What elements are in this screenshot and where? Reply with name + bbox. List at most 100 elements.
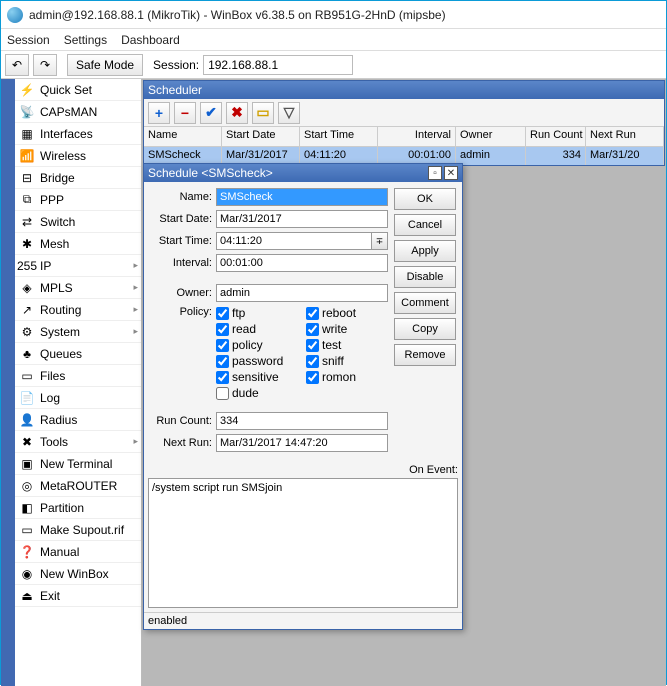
sidebar-icon: ✖ [19, 434, 35, 450]
apply-button[interactable]: Apply [394, 240, 456, 262]
enable-button[interactable]: ✔ [200, 102, 222, 124]
sidebar-icon: ◎ [19, 478, 35, 494]
copy-button[interactable]: Copy [394, 318, 456, 340]
comment-button[interactable]: ▭ [252, 102, 274, 124]
interval-input[interactable]: 00:01:00 [216, 254, 388, 272]
start-time-input[interactable]: 04:11:20 [216, 232, 372, 250]
dialog-status: enabled [144, 612, 462, 629]
policy-romon-checkbox[interactable]: romon [306, 370, 388, 384]
sidebar-item-interfaces[interactable]: ▦Interfaces [15, 123, 141, 145]
sidebar-item-radius[interactable]: 👤Radius [15, 409, 141, 431]
vertical-accent-bar [1, 79, 15, 686]
policy-policy-checkbox[interactable]: policy [216, 338, 298, 352]
disable-button[interactable]: ✖ [226, 102, 248, 124]
sidebar-item-manual[interactable]: ❓Manual [15, 541, 141, 563]
on-event-label: On Event: [144, 462, 462, 478]
sidebar-item-new-winbox[interactable]: ◉New WinBox [15, 563, 141, 585]
sidebar-item-system[interactable]: ⚙System▸ [15, 321, 141, 343]
sidebar-icon: ⚡ [19, 82, 35, 98]
schedule-dialog: Schedule <SMScheck> ▫ ✕ Name:SMScheck St… [143, 163, 463, 630]
sidebar-item-ip[interactable]: 255IP▸ [15, 255, 141, 277]
sidebar-item-exit[interactable]: ⏏Exit [15, 585, 141, 607]
sidebar-item-label: PPP [40, 193, 64, 207]
menu-dashboard[interactable]: Dashboard [121, 33, 180, 47]
sidebar-icon: ◉ [19, 566, 35, 582]
owner-input[interactable]: admin [216, 284, 388, 302]
dialog-title: Schedule <SMScheck> [148, 166, 273, 180]
col-interval[interactable]: Interval [378, 127, 456, 146]
policy-sensitive-checkbox[interactable]: sensitive [216, 370, 298, 384]
col-next-run[interactable]: Next Run [586, 127, 664, 146]
chevron-right-icon: ▸ [133, 304, 138, 315]
sidebar-icon: ♣ [19, 346, 35, 362]
col-name[interactable]: Name [144, 127, 222, 146]
grid-header: Name Start Date Start Time Interval Owne… [144, 127, 664, 147]
sidebar-item-label: Tools [40, 435, 68, 449]
sidebar-item-make-supout-rif[interactable]: ▭Make Supout.rif [15, 519, 141, 541]
policy-password-checkbox[interactable]: password [216, 354, 298, 368]
undo-button[interactable]: ↶ [5, 54, 29, 76]
start-date-input[interactable]: Mar/31/2017 [216, 210, 388, 228]
ok-button[interactable]: OK [394, 188, 456, 210]
sidebar-item-quick-set[interactable]: ⚡ Quick Set [15, 79, 141, 101]
sidebar-item-label: Switch [40, 215, 75, 229]
sidebar-item-label: Quick Set [40, 83, 92, 97]
sidebar-item-ppp[interactable]: ⧉PPP [15, 189, 141, 211]
policy-read-checkbox[interactable]: read [216, 322, 298, 336]
sidebar-icon: 255 [19, 258, 35, 274]
remove-button[interactable]: − [174, 102, 196, 124]
col-owner[interactable]: Owner [456, 127, 526, 146]
disable-button[interactable]: Disable [394, 266, 456, 288]
sidebar-item-tools[interactable]: ✖Tools▸ [15, 431, 141, 453]
sidebar-item-bridge[interactable]: ⊟Bridge [15, 167, 141, 189]
sidebar-item-label: Wireless [40, 149, 86, 163]
sidebar-item-label: Radius [40, 413, 77, 427]
policy-reboot-checkbox[interactable]: reboot [306, 306, 388, 320]
redo-button[interactable]: ↷ [33, 54, 57, 76]
sidebar-icon: ▣ [19, 456, 35, 472]
sidebar-icon: 📡 [19, 104, 35, 120]
sidebar-item-mpls[interactable]: ◈MPLS▸ [15, 277, 141, 299]
policy-sniff-checkbox[interactable]: sniff [306, 354, 388, 368]
policy-test-checkbox[interactable]: test [306, 338, 388, 352]
session-label: Session: [153, 58, 199, 72]
menu-session[interactable]: Session [7, 33, 50, 47]
sidebar-icon: ⇄ [19, 214, 35, 230]
sidebar-item-label: New Terminal [40, 457, 112, 471]
sidebar-item-queues[interactable]: ♣Queues [15, 343, 141, 365]
sidebar-item-mesh[interactable]: ✱Mesh [15, 233, 141, 255]
col-start-date[interactable]: Start Date [222, 127, 300, 146]
start-time-dropdown-icon[interactable]: ∓ [372, 232, 388, 250]
sidebar-icon: 📄 [19, 390, 35, 406]
filter-button[interactable]: ▽ [278, 102, 300, 124]
sidebar-item-partition[interactable]: ◧Partition [15, 497, 141, 519]
sidebar-item-wireless[interactable]: 📶Wireless [15, 145, 141, 167]
sidebar-item-capsman[interactable]: 📡 CAPsMAN [15, 101, 141, 123]
sidebar-item-files[interactable]: ▭Files [15, 365, 141, 387]
add-button[interactable]: + [148, 102, 170, 124]
sidebar-item-metarouter[interactable]: ◎MetaROUTER [15, 475, 141, 497]
sidebar-item-switch[interactable]: ⇄ Switch [15, 211, 141, 233]
col-start-time[interactable]: Start Time [300, 127, 378, 146]
chevron-right-icon: ▸ [133, 282, 138, 293]
sidebar-item-log[interactable]: 📄Log [15, 387, 141, 409]
sidebar-item-label: CAPsMAN [40, 105, 97, 119]
on-event-textarea[interactable]: /system script run SMSjoin [148, 478, 458, 608]
sidebar-item-routing[interactable]: ↗Routing▸ [15, 299, 141, 321]
dialog-collapse-button[interactable]: ▫ [428, 166, 442, 180]
name-input[interactable]: SMScheck [216, 188, 388, 206]
policy-dude-checkbox[interactable]: dude [216, 386, 298, 400]
cancel-button[interactable]: Cancel [394, 214, 456, 236]
sidebar-item-new-terminal[interactable]: ▣ New Terminal [15, 453, 141, 475]
sidebar-icon: ✱ [19, 236, 35, 252]
safe-mode-button[interactable]: Safe Mode [67, 54, 143, 76]
menu-settings[interactable]: Settings [64, 33, 107, 47]
policy-ftp-checkbox[interactable]: ftp [216, 306, 298, 320]
comment-button[interactable]: Comment [394, 292, 456, 314]
remove-button[interactable]: Remove [394, 344, 456, 366]
policy-write-checkbox[interactable]: write [306, 322, 388, 336]
sidebar-icon: ▦ [19, 126, 35, 142]
sidebar-item-label: Make Supout.rif [40, 523, 124, 537]
dialog-close-button[interactable]: ✕ [444, 166, 458, 180]
col-run-count[interactable]: Run Count [526, 127, 586, 146]
